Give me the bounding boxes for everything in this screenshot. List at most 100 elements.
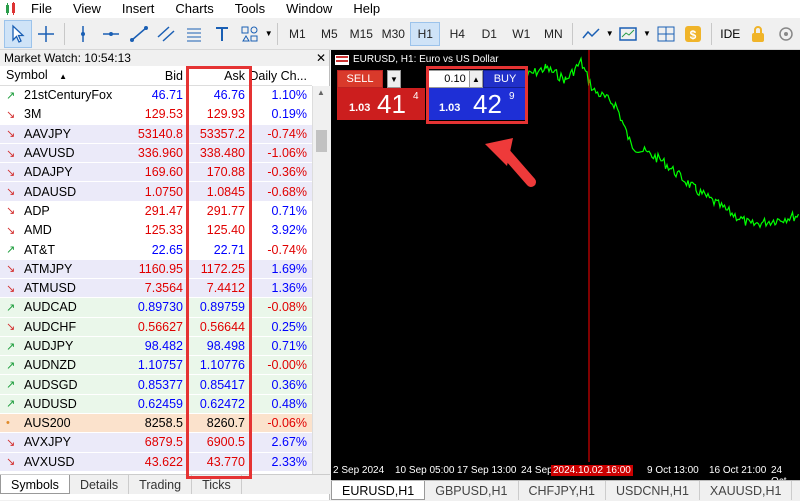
shapes-icon[interactable] [236, 20, 264, 48]
buy-price[interactable]: 1.03 42 9 [427, 88, 527, 120]
daily-change-value: 2.33% [271, 454, 307, 469]
crosshair-icon[interactable] [32, 20, 60, 48]
chart-type-icon[interactable] [577, 20, 605, 48]
trendline-icon[interactable] [125, 20, 153, 48]
chart-title: EURUSD, H1: Euro vs US Dollar [335, 54, 499, 65]
timeframe-m15-button[interactable]: M15 [346, 22, 376, 46]
text-tool-icon[interactable] [208, 20, 236, 48]
fibonacci-icon[interactable] [180, 20, 208, 48]
chart-tab-xauusd-h1[interactable]: XAUUSD,H1 [700, 481, 793, 500]
lock-icon[interactable] [744, 20, 772, 48]
menu-file[interactable]: File [22, 0, 64, 18]
channel-icon[interactable] [153, 20, 181, 48]
templates-icon[interactable] [614, 20, 642, 48]
symbol-row[interactable]: ↘ AUDCHF 0.56627 0.56644 0.25% [0, 317, 312, 337]
chart-tab-chfjpy-h1[interactable]: CHFJPY,H1 [519, 481, 606, 500]
toolbar-separator [277, 22, 279, 45]
chart-tab-eurusd-h1[interactable]: EURUSD,H1 [331, 481, 426, 500]
buy-price-prefix: 1.03 [439, 102, 461, 114]
symbol-row[interactable]: ↘ AAVUSD 336.960 338.480 -1.06% [0, 143, 312, 164]
ask-value: 98.498 [206, 339, 245, 353]
menu-tools[interactable]: Tools [226, 0, 277, 18]
symbol-name: ADAJPY [24, 165, 73, 180]
time-axis-label: 9 Oct 13:00 [647, 465, 699, 476]
symbol-name: ADAUSD [24, 184, 77, 199]
scrollbar[interactable]: ▲ [312, 86, 330, 479]
chart-area[interactable]: EURUSD, H1: Euro vs US Dollar SELL ▼ 1.0… [331, 50, 800, 480]
symbol-row[interactable]: ↘ ADP 291.47 291.77 0.71% [0, 201, 312, 222]
lot-spinner-icon[interactable]: ▲ [469, 70, 483, 88]
column-header-symbol[interactable]: Symbol ▲ [0, 65, 129, 87]
bid-value: 0.62459 [137, 396, 183, 411]
close-icon[interactable]: ✕ [313, 50, 329, 66]
symbol-row[interactable]: ↘ AVXJPY 6879.5 6900.5 2.67% [0, 433, 312, 453]
symbol-row[interactable]: ↘ 3M 129.53 129.93 0.19% [0, 105, 312, 125]
timeframe-m30-button[interactable]: M30 [378, 22, 408, 46]
timeframe-m5-button[interactable]: M5 [314, 22, 344, 46]
daily-change-value: -0.74% [267, 126, 307, 141]
scroll-up-icon[interactable]: ▲ [317, 88, 325, 97]
timeframe-mn-button[interactable]: MN [538, 22, 568, 46]
ide-button[interactable]: IDE [716, 20, 744, 48]
chart-tab-usdcnh-h1[interactable]: USDCNH,H1 [606, 481, 700, 500]
scrollbar-thumb[interactable] [316, 130, 327, 152]
symbol-row[interactable]: ↘ AVXUSD 43.622 43.770 2.33% [0, 452, 312, 472]
timeframe-d1-button[interactable]: D1 [474, 22, 504, 46]
symbol-row[interactable]: ↗ AUDCAD 0.89730 0.89759 -0.08% [0, 298, 312, 318]
grid-icon[interactable] [652, 20, 680, 48]
horizontal-line-icon[interactable] [97, 20, 125, 48]
sell-button[interactable]: SELL [337, 70, 383, 88]
menu-view[interactable]: View [64, 0, 113, 18]
symbol-row[interactable]: ↗ AUDUSD 0.62459 0.62472 0.48% [0, 394, 312, 415]
timeframe-m1-button[interactable]: M1 [282, 22, 312, 46]
symbol-row[interactable]: • AUS200 8258.5 8260.7 -0.06% [0, 414, 312, 434]
bid-value: 46.71 [151, 88, 183, 103]
column-header-ask[interactable]: Ask [185, 66, 249, 86]
symbol-row[interactable]: ↗ AUDNZD 1.10757 1.10776 -0.00% [0, 356, 312, 376]
symbol-row[interactable]: ↘ ATMUSD 7.3564 7.4412 1.36% [0, 278, 312, 299]
tab-symbols[interactable]: Symbols [0, 475, 70, 494]
column-header-bid[interactable]: Bid [129, 66, 185, 86]
cursor-icon[interactable] [4, 19, 33, 48]
menu-window[interactable]: Window [277, 0, 344, 18]
symbol-row[interactable]: ↘ AAVJPY 53140.8 53357.2 -0.74% [0, 124, 312, 144]
symbol-row[interactable]: ↗ AT&T 22.65 22.71 -0.74% [0, 240, 312, 260]
dollar-icon[interactable]: $ [679, 20, 707, 48]
vertical-line-icon[interactable] [69, 20, 97, 48]
timeframe-h1-button[interactable]: H1 [410, 21, 441, 46]
symbol-row[interactable]: ↘ ADAJPY 169.60 170.88 -0.36% [0, 163, 312, 183]
tab-trading[interactable]: Trading [129, 475, 193, 494]
symbol-row[interactable]: ↗ AUDJPY 98.482 98.498 0.71% [0, 336, 312, 357]
daily-change-value: -0.06% [267, 416, 307, 431]
templates-dropdown-icon[interactable]: ▼ [642, 20, 651, 48]
symbol-row[interactable]: ↘ ADAUSD 1.0750 1.0845 -0.68% [0, 182, 312, 202]
sell-price[interactable]: 1.03 41 4 [337, 88, 425, 120]
sell-dropdown-icon[interactable]: ▼ [387, 70, 401, 88]
buy-price-big: 42 [473, 89, 502, 119]
buy-button[interactable]: BUY [483, 70, 527, 88]
shapes-dropdown-icon[interactable]: ▼ [264, 20, 273, 48]
menu-help[interactable]: Help [344, 0, 392, 18]
timeframe-h4-button[interactable]: H4 [442, 22, 472, 46]
daily-change-value: -0.36% [267, 165, 307, 180]
signals-icon[interactable] [772, 20, 800, 48]
time-axis-label: 17 Sep 13:00 [457, 465, 517, 476]
menu-insert[interactable]: Insert [113, 0, 167, 18]
symbol-row[interactable]: ↘ ATMJPY 1160.95 1172.25 1.69% [0, 259, 312, 279]
chart-type-dropdown-icon[interactable]: ▼ [605, 20, 614, 48]
symbol-row[interactable]: ↘ AMD 125.33 125.40 3.92% [0, 221, 312, 241]
column-header-daily-change[interactable]: Daily Ch... [249, 66, 311, 86]
menu-charts[interactable]: Charts [166, 0, 225, 18]
symbol-row[interactable]: ↗ AUDSGD 0.85377 0.85417 0.36% [0, 375, 312, 395]
timeframe-w1-button[interactable]: W1 [506, 22, 536, 46]
bid-value: 7.3564 [144, 281, 183, 296]
daily-change-value: 0.71% [271, 339, 307, 353]
ask-value: 129.93 [206, 107, 245, 122]
chart-tab-gbpusd-h1[interactable]: GBPUSD,H1 [425, 481, 519, 500]
bid-value: 291.47 [144, 203, 183, 218]
daily-change-value: 3.92% [271, 223, 307, 238]
ask-value: 1.10776 [199, 358, 245, 373]
tab-details[interactable]: Details [70, 475, 130, 494]
symbol-row[interactable]: ↗ 21stCenturyFox 46.71 46.76 1.10% [0, 86, 312, 106]
tab-ticks[interactable]: Ticks [192, 475, 242, 494]
